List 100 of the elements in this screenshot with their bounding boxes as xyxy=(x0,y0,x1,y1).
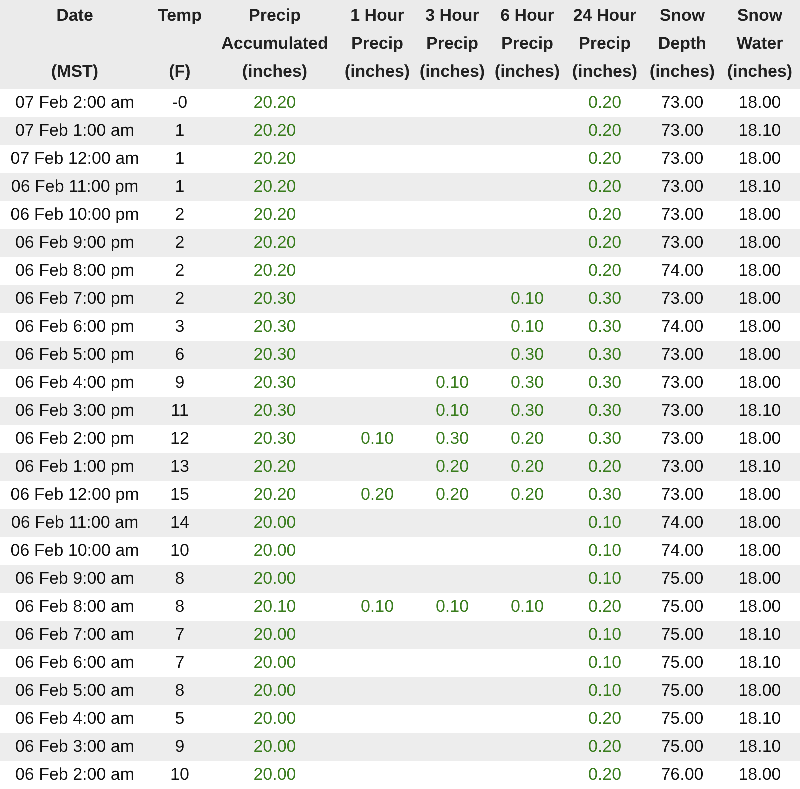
table-cell: 0.30 xyxy=(510,345,544,364)
table-cell: 06 Feb 10:00 am xyxy=(10,541,140,560)
table-cell: 0.20 xyxy=(510,457,544,476)
table-cell: 18.00 xyxy=(738,93,782,112)
table-cell: 20.00 xyxy=(254,653,296,672)
column-unit: (inches) xyxy=(572,62,638,81)
table-cell: 18.00 xyxy=(738,765,782,784)
column-unit: (MST) xyxy=(51,62,99,81)
table-cell: 0.10 xyxy=(436,373,470,392)
table-cell: 6 xyxy=(175,345,185,364)
table-cell: 0.10 xyxy=(510,597,544,616)
table-cell: 20.20 xyxy=(254,93,296,112)
table-cell: 0.30 xyxy=(510,373,544,392)
table-cell: 06 Feb 12:00 pm xyxy=(10,485,140,504)
column-unit: (inches) xyxy=(242,62,308,81)
table-cell: 18.00 xyxy=(738,289,782,308)
table-cell: 06 Feb 11:00 am xyxy=(11,513,139,532)
table-cell: 14 xyxy=(170,513,190,532)
table-cell: 0.20 xyxy=(360,485,394,504)
table-cell: 73.00 xyxy=(661,485,704,504)
table-cell: 0.10 xyxy=(510,289,544,308)
table-cell: -0 xyxy=(172,93,188,112)
table-cell: 0.10 xyxy=(436,597,470,616)
table-cell: 15 xyxy=(170,485,190,504)
table-cell: 18.00 xyxy=(738,149,782,168)
table-cell: 20.00 xyxy=(254,625,296,644)
table-cell: 06 Feb 2:00 pm xyxy=(15,429,135,448)
table-cell: 0.20 xyxy=(588,233,622,252)
table-cell: 0.20 xyxy=(588,121,622,140)
table-cell: 0.30 xyxy=(588,345,622,364)
table-cell: 0.20 xyxy=(588,765,622,784)
table-cell: 18.10 xyxy=(738,457,782,476)
table-cell: 73.00 xyxy=(661,205,704,224)
table-cell: 8 xyxy=(175,597,185,616)
table-cell: 06 Feb 9:00 pm xyxy=(15,233,135,252)
column-header: Precip xyxy=(579,34,631,53)
table-cell: 75.00 xyxy=(661,569,704,588)
table-cell: 18.00 xyxy=(738,569,782,588)
table-cell: 18.10 xyxy=(738,121,782,140)
column-header: 1 Hour xyxy=(350,6,404,25)
table-cell: 20.20 xyxy=(254,261,296,280)
table-cell: 0.10 xyxy=(588,541,622,560)
table-cell: 9 xyxy=(175,373,185,392)
table-cell: 07 Feb 12:00 am xyxy=(10,149,140,168)
table-cell: 73.00 xyxy=(661,233,704,252)
table-cell: 07 Feb 1:00 am xyxy=(15,121,135,140)
column-header: Precip xyxy=(352,34,404,53)
table-cell: 06 Feb 4:00 pm xyxy=(15,373,135,392)
table-cell: 0.30 xyxy=(436,429,470,448)
table-cell: 06 Feb 10:00 pm xyxy=(10,205,140,224)
table-cell: 73.00 xyxy=(661,149,704,168)
table-cell: 0.20 xyxy=(436,457,470,476)
table-cell: 18.00 xyxy=(738,261,782,280)
table-cell: 1 xyxy=(175,177,185,196)
table-cell: 18.10 xyxy=(738,401,782,420)
table-cell: 06 Feb 2:00 am xyxy=(15,765,135,784)
table-cell: 0.30 xyxy=(588,373,622,392)
table-cell: 18.00 xyxy=(738,429,782,448)
table-cell: 18.10 xyxy=(738,737,782,756)
table-cell: 0.20 xyxy=(436,485,470,504)
table-cell: 0.20 xyxy=(588,205,622,224)
table-cell: 0.20 xyxy=(588,597,622,616)
column-header: Snow xyxy=(737,6,783,25)
table-cell: 75.00 xyxy=(661,737,704,756)
table-cell: 12 xyxy=(170,429,190,448)
table-cell: 0.20 xyxy=(588,737,622,756)
table-cell: 73.00 xyxy=(661,373,704,392)
table-cell: 20.00 xyxy=(254,513,296,532)
table-cell: 8 xyxy=(175,681,185,700)
table-cell: 18.00 xyxy=(738,485,782,504)
column-header: Precip xyxy=(426,34,478,53)
table-cell: 20.20 xyxy=(254,457,296,476)
table-cell: 0.30 xyxy=(588,485,622,504)
column-unit: (inches) xyxy=(420,62,486,81)
table-cell: 0.20 xyxy=(588,261,622,280)
column-unit: (inches) xyxy=(727,62,793,81)
table-cell: 20.30 xyxy=(254,401,296,420)
table-cell: 20.00 xyxy=(254,541,296,560)
column-header: 3 Hour xyxy=(426,6,480,25)
table-cell: 07 Feb 2:00 am xyxy=(15,93,135,112)
table-cell: 0.20 xyxy=(588,149,622,168)
table-cell: 0.20 xyxy=(588,177,622,196)
table-cell: 10 xyxy=(170,765,190,784)
table-cell: 20.30 xyxy=(254,373,296,392)
table-cell: 20.20 xyxy=(254,177,296,196)
table-cell: 18.00 xyxy=(738,205,782,224)
table-cell: 06 Feb 5:00 am xyxy=(15,681,135,700)
column-header: Accumulated xyxy=(222,34,328,53)
table-cell: 74.00 xyxy=(661,317,704,336)
table-cell: 73.00 xyxy=(661,289,704,308)
table-cell: 18.10 xyxy=(738,653,782,672)
table-cell: 73.00 xyxy=(661,177,704,196)
table-cell: 18.00 xyxy=(738,345,782,364)
table-cell: 2 xyxy=(175,233,185,252)
table-cell: 20.30 xyxy=(254,317,296,336)
table-cell: 0.20 xyxy=(510,485,544,504)
table-cell: 73.00 xyxy=(661,121,704,140)
table-cell: 0.20 xyxy=(588,709,622,728)
column-header: 6 Hour xyxy=(500,6,554,25)
table-cell: 18.00 xyxy=(738,681,782,700)
